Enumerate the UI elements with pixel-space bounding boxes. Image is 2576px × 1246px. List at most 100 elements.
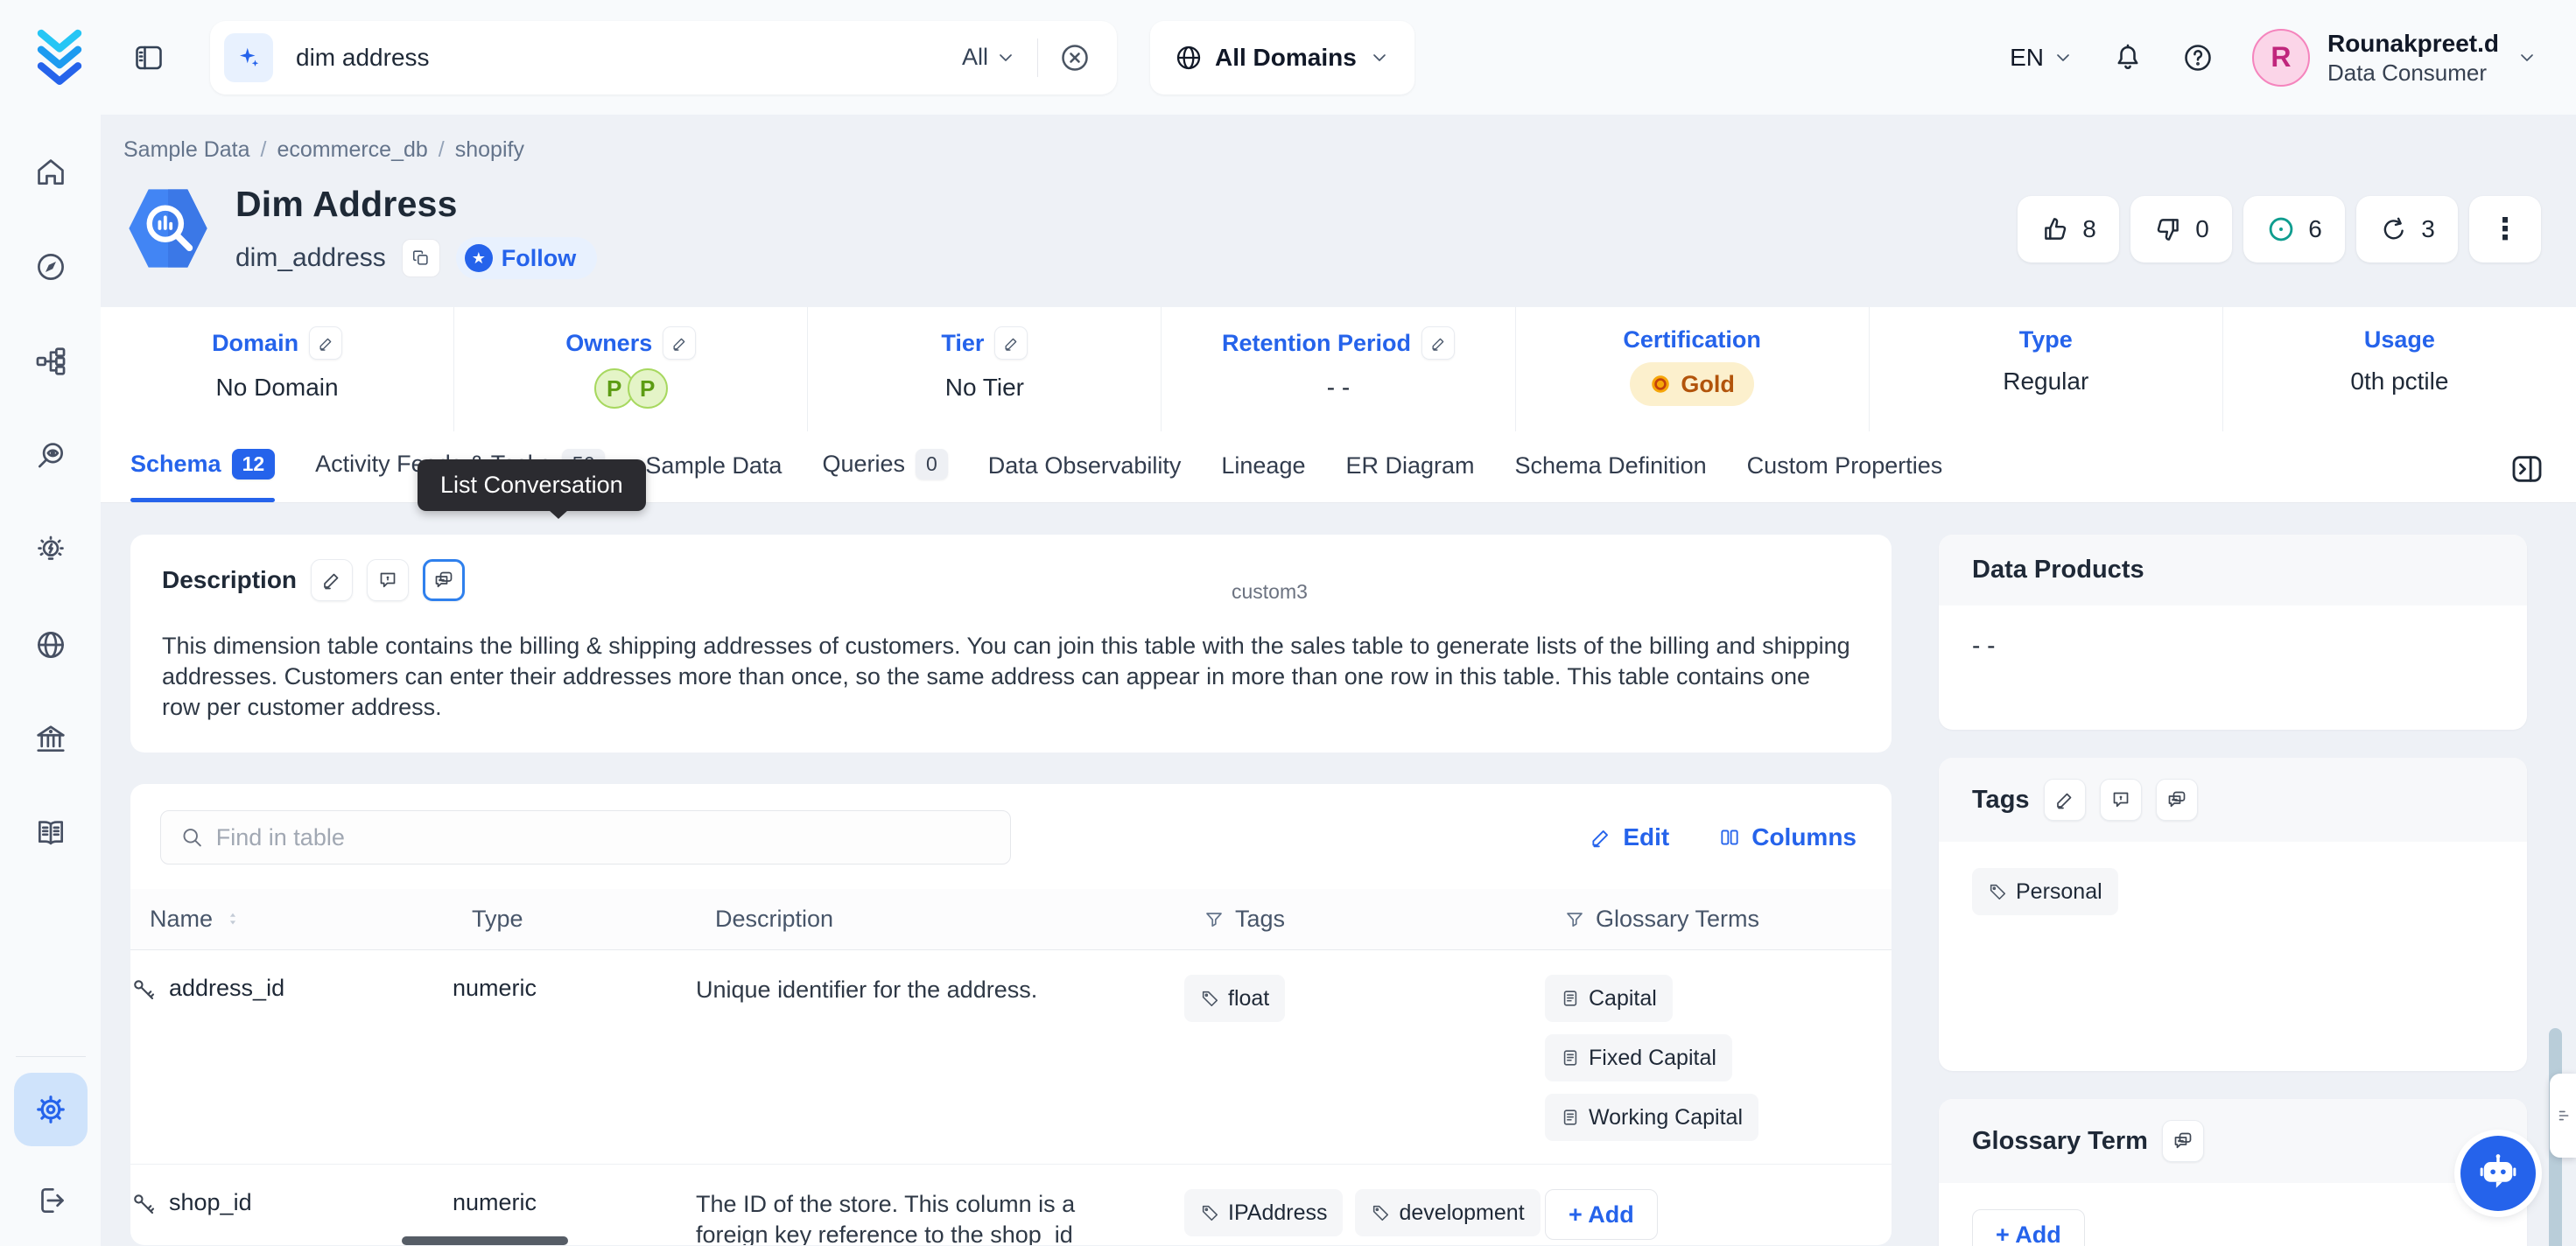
tab-data-observability[interactable]: Data Observability [988, 452, 1182, 502]
column-header-description[interactable]: Description [715, 906, 1204, 933]
list-conversation-icon[interactable] [2162, 1120, 2204, 1162]
meta-owners: Owners P P [453, 307, 807, 431]
term-icon [1561, 989, 1580, 1008]
tag-chip[interactable]: float [1184, 975, 1285, 1022]
meta-certification: Certification Gold [1515, 307, 1869, 431]
tab-schema-definition[interactable]: Schema Definition [1515, 452, 1707, 502]
governance-bank-icon[interactable] [23, 711, 79, 767]
column-header-glossary-terms[interactable]: Glossary Terms [1564, 906, 1892, 933]
tooltip: List Conversation [418, 459, 646, 511]
ai-assistant-robot-button[interactable] [2460, 1136, 2536, 1211]
refresh-button[interactable]: 3 [2356, 196, 2458, 262]
likes-button[interactable]: 8 [2018, 196, 2119, 262]
add-glossary-term-button[interactable]: + Add [1545, 1189, 1658, 1240]
key-icon [130, 976, 157, 1003]
watch-button[interactable]: 6 [2243, 196, 2345, 262]
edit-tags-pencil-icon[interactable] [2044, 779, 2086, 821]
tag-icon [1200, 1203, 1219, 1222]
breadcrumb-item[interactable]: shopify [455, 137, 524, 163]
tab-schema[interactable]: Schema 12 [130, 449, 275, 502]
column-name: shop_id [169, 1189, 252, 1216]
find-in-table-input[interactable] [216, 824, 991, 851]
global-search-bar[interactable]: dim address All [210, 21, 1117, 94]
tag-chip[interactable]: Personal [1972, 868, 2118, 915]
left-nav [0, 115, 101, 1246]
tab-count-badge: 0 [916, 449, 948, 480]
home-icon[interactable] [23, 144, 79, 200]
user-name: Rounakpreet.d [2327, 29, 2499, 59]
settings-gear-icon[interactable] [14, 1073, 88, 1146]
owner-avatar[interactable]: P [628, 368, 668, 409]
horizontal-scrollbar[interactable] [402, 1236, 568, 1245]
comment-icon[interactable] [2100, 779, 2142, 821]
term-icon [1561, 1108, 1580, 1127]
workflows-icon[interactable] [23, 333, 79, 389]
glossary-term-chip[interactable]: Fixed Capital [1545, 1034, 1732, 1082]
ai-sparkle-icon[interactable] [224, 33, 273, 82]
column-type: numeric [453, 975, 696, 1141]
more-actions-kebab-icon[interactable]: ⋮ [2469, 196, 2541, 262]
atlan-logo-icon[interactable] [35, 29, 84, 87]
user-menu[interactable]: R Rounakpreet.d Data Consumer [2252, 29, 2537, 87]
follow-button[interactable]: ★ Follow [456, 237, 597, 279]
logout-icon[interactable] [23, 1172, 79, 1228]
tab-er-diagram[interactable]: ER Diagram [1345, 452, 1474, 502]
columns-button[interactable]: Columns [1718, 823, 1857, 851]
insights-bulb-icon[interactable] [23, 522, 79, 578]
tab-custom-properties[interactable]: Custom Properties [1747, 452, 1943, 502]
tag-icon [1200, 989, 1219, 1008]
avatar[interactable]: R [2252, 29, 2310, 87]
sidebar-toggle-icon[interactable] [133, 42, 165, 74]
glossary-term-title: Glossary Term [1972, 1127, 2148, 1156]
tab-lineage[interactable]: Lineage [1221, 452, 1305, 502]
column-header-name[interactable]: Name [150, 906, 472, 933]
edit-description-pencil-icon[interactable] [311, 559, 353, 601]
clear-search-icon[interactable] [1059, 42, 1091, 74]
collapse-panel-icon[interactable] [2509, 452, 2544, 486]
list-conversation-icon[interactable] [2156, 779, 2198, 821]
column-header-type[interactable]: Type [472, 906, 715, 933]
search-input[interactable]: dim address [296, 44, 962, 72]
tab-sample-data[interactable]: Sample Data [645, 452, 782, 502]
data-products-card: Data Products - - [1939, 535, 2527, 730]
discover-observe-icon[interactable] [23, 428, 79, 484]
help-icon[interactable] [2182, 42, 2214, 74]
tab-queries[interactable]: Queries 0 [822, 449, 947, 502]
edit-pencil-icon[interactable] [309, 326, 342, 360]
description-card: Description custom3 This dimension table… [130, 535, 1892, 752]
glossary-book-icon[interactable] [23, 806, 79, 862]
comment-icon[interactable] [367, 559, 409, 601]
notifications-bell-icon[interactable] [2112, 42, 2144, 74]
breadcrumb-item[interactable]: ecommerce_db [277, 137, 427, 163]
find-in-table-search[interactable] [160, 810, 1011, 864]
key-icon [130, 1191, 157, 1217]
copy-icon[interactable] [402, 239, 440, 277]
chevron-down-icon [2516, 47, 2537, 68]
dislikes-button[interactable]: 0 [2130, 196, 2232, 262]
globe-icon[interactable] [23, 617, 79, 673]
star-icon: ★ [465, 244, 493, 272]
glossary-term-chip[interactable]: Capital [1545, 975, 1673, 1022]
edit-button[interactable]: Edit [1590, 823, 1669, 851]
list-conversation-icon[interactable] [423, 559, 465, 601]
compass-icon[interactable] [23, 239, 79, 295]
all-domains-dropdown[interactable]: All Domains [1150, 21, 1414, 94]
edit-pencil-icon[interactable] [1421, 326, 1455, 360]
tag-chip[interactable]: development [1355, 1189, 1540, 1236]
search-scope-dropdown[interactable]: All [962, 44, 1016, 71]
data-products-title: Data Products [1972, 556, 2144, 584]
column-header-tags[interactable]: Tags [1204, 906, 1564, 933]
edge-resize-handle[interactable] [2550, 1074, 2576, 1158]
language-dropdown[interactable]: EN [2010, 44, 2074, 72]
page-title: Dim Address [235, 184, 597, 225]
chevron-down-icon [1369, 47, 1390, 68]
breadcrumb-item[interactable]: Sample Data [123, 137, 250, 163]
table-row[interactable]: address_id numeric Unique identifier for… [130, 950, 1892, 1165]
add-glossary-term-button[interactable]: + Add [1972, 1209, 2085, 1246]
edit-pencil-icon[interactable] [663, 326, 696, 360]
tag-chip[interactable]: IPAddress [1184, 1189, 1343, 1236]
glossary-term-chip[interactable]: Working Capital [1545, 1094, 1758, 1141]
edit-pencil-icon[interactable] [994, 326, 1028, 360]
meta-domain: Domain No Domain [101, 307, 453, 431]
table-row[interactable]: shop_id numeric The ID of the store. Thi… [130, 1165, 1892, 1245]
